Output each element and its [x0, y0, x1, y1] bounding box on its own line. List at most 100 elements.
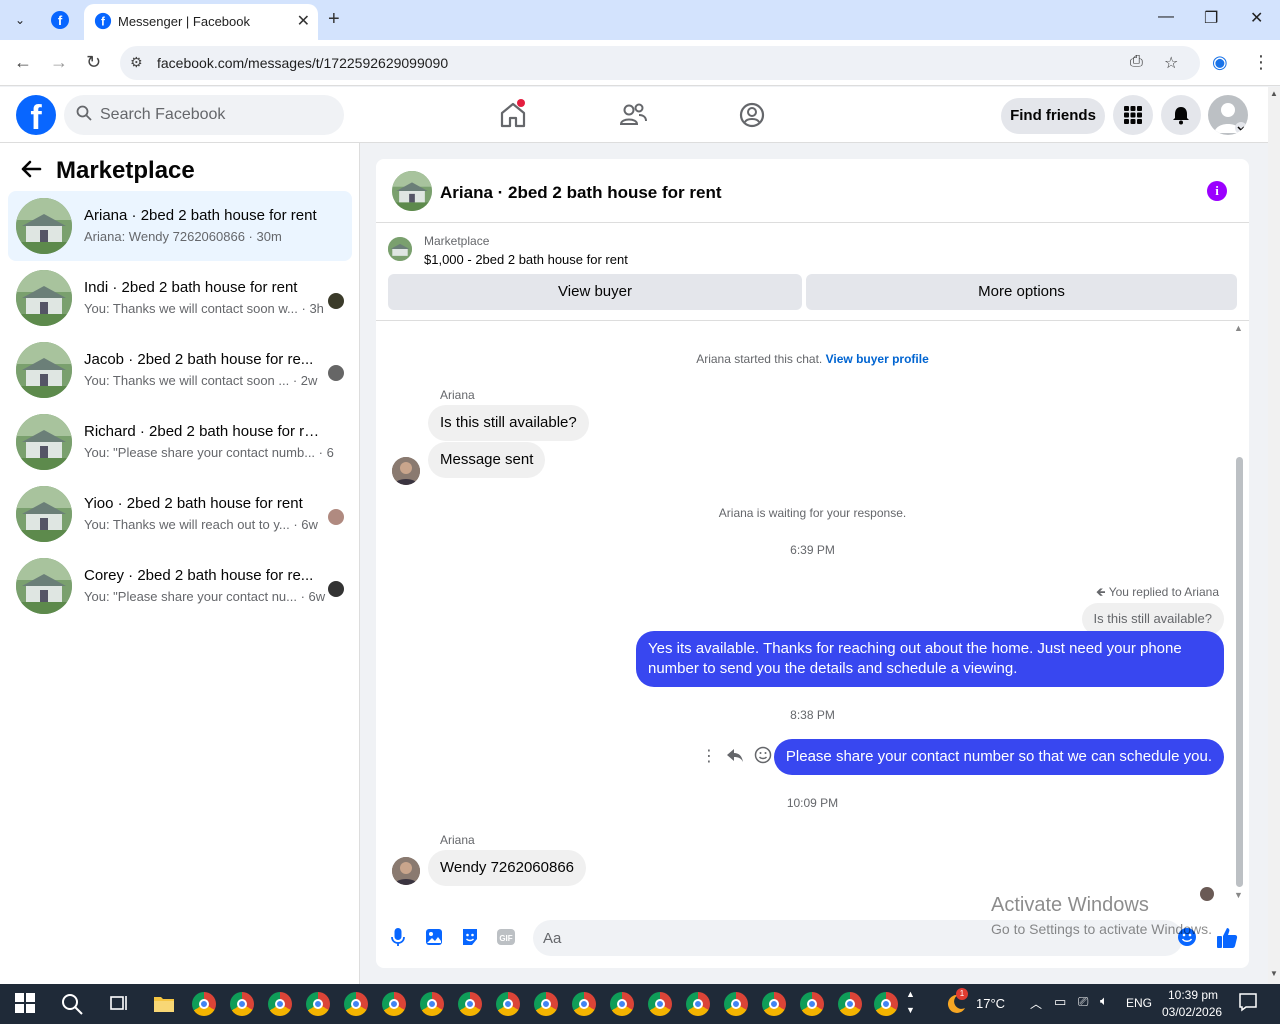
clock-date[interactable]: 03/02/2026: [1162, 1005, 1222, 1019]
forward-icon[interactable]: →: [50, 52, 68, 73]
sender-avatar[interactable]: [392, 457, 420, 485]
back-icon[interactable]: ←: [14, 52, 32, 73]
more-actions-icon[interactable]: ⋮: [701, 746, 717, 766]
thumbs-up-icon[interactable]: [1216, 927, 1238, 948]
chrome-window-icon[interactable]: [534, 992, 558, 1016]
chrome-window-icon[interactable]: [230, 992, 254, 1016]
info-icon[interactable]: i: [1207, 181, 1227, 201]
chat-scrollbar[interactable]: ▲ ▼: [1234, 323, 1244, 902]
network-icon[interactable]: ⎚: [1078, 994, 1088, 1010]
browser-menu-icon[interactable]: ⋮: [1252, 52, 1270, 73]
facebook-tab-icon[interactable]: f: [50, 10, 70, 30]
omnibox[interactable]: ⚙ facebook.com/messages/t/17225926290990…: [120, 46, 1200, 80]
notifications-bell-icon[interactable]: [1161, 95, 1201, 135]
chrome-window-icon[interactable]: [192, 992, 216, 1016]
minimize-icon[interactable]: —: [1158, 8, 1174, 26]
account-avatar[interactable]: [1208, 95, 1248, 135]
volume-icon[interactable]: 🔈︎: [1100, 993, 1108, 1009]
back-arrow-icon[interactable]: [20, 159, 42, 185]
tab-search-icon[interactable]: ⌄: [10, 10, 30, 30]
scroll-down-icon[interactable]: ▼: [1234, 890, 1243, 900]
chat-title[interactable]: Ariana · 2bed 2 bath house for rent: [440, 183, 722, 203]
sticker-icon[interactable]: [460, 927, 480, 947]
chrome-window-icon[interactable]: [572, 992, 596, 1016]
listing-price[interactable]: $1,000 - 2bed 2 bath house for rent: [424, 252, 628, 267]
chrome-window-icon[interactable]: [344, 992, 368, 1016]
close-window-icon[interactable]: ✕: [1250, 8, 1263, 28]
chrome-window-icon[interactable]: [686, 992, 710, 1016]
page-scroll-down-icon[interactable]: ▼: [1270, 969, 1278, 978]
seen-avatar: [328, 509, 344, 525]
page-scrollbar[interactable]: ▲ ▼: [1268, 87, 1280, 984]
chrome-window-icon[interactable]: [800, 992, 824, 1016]
react-emoji-icon[interactable]: [754, 746, 772, 769]
friends-icon[interactable]: [617, 99, 649, 131]
more-options-button[interactable]: More options: [806, 274, 1237, 310]
conversation-item[interactable]: Richard · 2bed 2 bath house for rent You…: [8, 407, 352, 477]
sender-avatar[interactable]: [392, 857, 420, 885]
url-text[interactable]: facebook.com/messages/t/1722592629099090: [157, 55, 448, 71]
reply-icon[interactable]: [726, 746, 744, 769]
view-buyer-button[interactable]: View buyer: [388, 274, 802, 310]
chrome-window-icon[interactable]: [610, 992, 634, 1016]
language-indicator[interactable]: ENG: [1126, 996, 1152, 1010]
groups-icon[interactable]: [736, 99, 768, 131]
conversation-item[interactable]: Ariana · 2bed 2 bath house for rent Aria…: [8, 191, 352, 261]
chrome-window-icon[interactable]: [420, 992, 444, 1016]
chrome-window-icon[interactable]: [458, 992, 482, 1016]
menu-grid-icon[interactable]: [1113, 95, 1153, 135]
close-tab-icon[interactable]: ✕: [297, 11, 310, 31]
gif-icon[interactable]: GIF: [496, 927, 516, 947]
chat-house-thumbnail[interactable]: [392, 171, 432, 211]
incoming-message[interactable]: Is this still available?: [428, 405, 589, 441]
conversation-item[interactable]: Yioo · 2bed 2 bath house for rent You: T…: [8, 479, 352, 549]
restore-icon[interactable]: ❐: [1204, 8, 1218, 28]
chrome-window-icon[interactable]: [648, 992, 672, 1016]
taskbar-overflow-icon[interactable]: ▲ ▼: [906, 986, 915, 1018]
conversation-item[interactable]: Jacob · 2bed 2 bath house for re... You:…: [8, 335, 352, 405]
weather-icon[interactable]: 1: [944, 988, 968, 1016]
bookmark-star-icon[interactable]: ☆: [1164, 53, 1178, 73]
microphone-icon[interactable]: [388, 927, 408, 947]
site-settings-icon[interactable]: ⚙: [130, 54, 143, 71]
outgoing-message[interactable]: Yes its available. Thanks for reaching o…: [636, 631, 1224, 687]
find-friends-button[interactable]: Find friends: [1001, 98, 1105, 134]
tray-chevron-icon[interactable]: ︿: [1030, 995, 1042, 1012]
conversation-item[interactable]: Corey · 2bed 2 bath house for re... You:…: [8, 551, 352, 621]
active-tab[interactable]: f Messenger | Facebook ✕: [84, 4, 318, 40]
facebook-logo-icon[interactable]: f: [16, 95, 56, 137]
install-app-icon[interactable]: ⎙: [1130, 53, 1143, 71]
clock-time[interactable]: 10:39 pm: [1168, 988, 1218, 1002]
home-icon[interactable]: [497, 99, 529, 131]
scroll-up-icon[interactable]: ▲: [1234, 323, 1243, 333]
chat-scrollbar-thumb[interactable]: [1236, 457, 1243, 887]
view-buyer-profile-link[interactable]: View buyer profile: [826, 352, 929, 366]
incoming-message[interactable]: Wendy 7262060866: [428, 850, 587, 886]
new-tab-icon[interactable]: +: [328, 8, 340, 31]
device-icon[interactable]: ▭: [1054, 994, 1066, 1010]
windows-start-icon[interactable]: [14, 992, 38, 1016]
conversation-item[interactable]: Indi · 2bed 2 bath house for rent You: T…: [8, 263, 352, 333]
chrome-window-icon[interactable]: [268, 992, 292, 1016]
browser-profile-icon[interactable]: ◉: [1212, 52, 1228, 73]
taskbar-search-icon[interactable]: [60, 992, 84, 1016]
task-view-icon[interactable]: [108, 992, 132, 1016]
outgoing-message[interactable]: Please share your contact number so that…: [773, 739, 1224, 775]
chrome-window-icon[interactable]: [762, 992, 786, 1016]
notification-center-icon[interactable]: [1238, 992, 1262, 1016]
chrome-window-icon[interactable]: [382, 992, 406, 1016]
chrome-window-icon[interactable]: [724, 992, 748, 1016]
chrome-window-icon[interactable]: [306, 992, 330, 1016]
reload-icon[interactable]: ↻: [86, 52, 101, 73]
page-scroll-up-icon[interactable]: ▲: [1270, 89, 1278, 98]
search-input[interactable]: [100, 103, 330, 127]
incoming-message[interactable]: Message sent: [428, 442, 546, 478]
chrome-window-icon[interactable]: [838, 992, 862, 1016]
conversation-name: Jacob · 2bed 2 bath house for re...: [84, 351, 314, 368]
chrome-window-icon[interactable]: [496, 992, 520, 1016]
photo-icon[interactable]: [424, 927, 444, 947]
chrome-window-icon[interactable]: [874, 992, 898, 1016]
temperature[interactable]: 17°C: [976, 996, 1005, 1011]
file-explorer-icon[interactable]: [152, 992, 176, 1016]
svg-text:f: f: [101, 16, 105, 29]
